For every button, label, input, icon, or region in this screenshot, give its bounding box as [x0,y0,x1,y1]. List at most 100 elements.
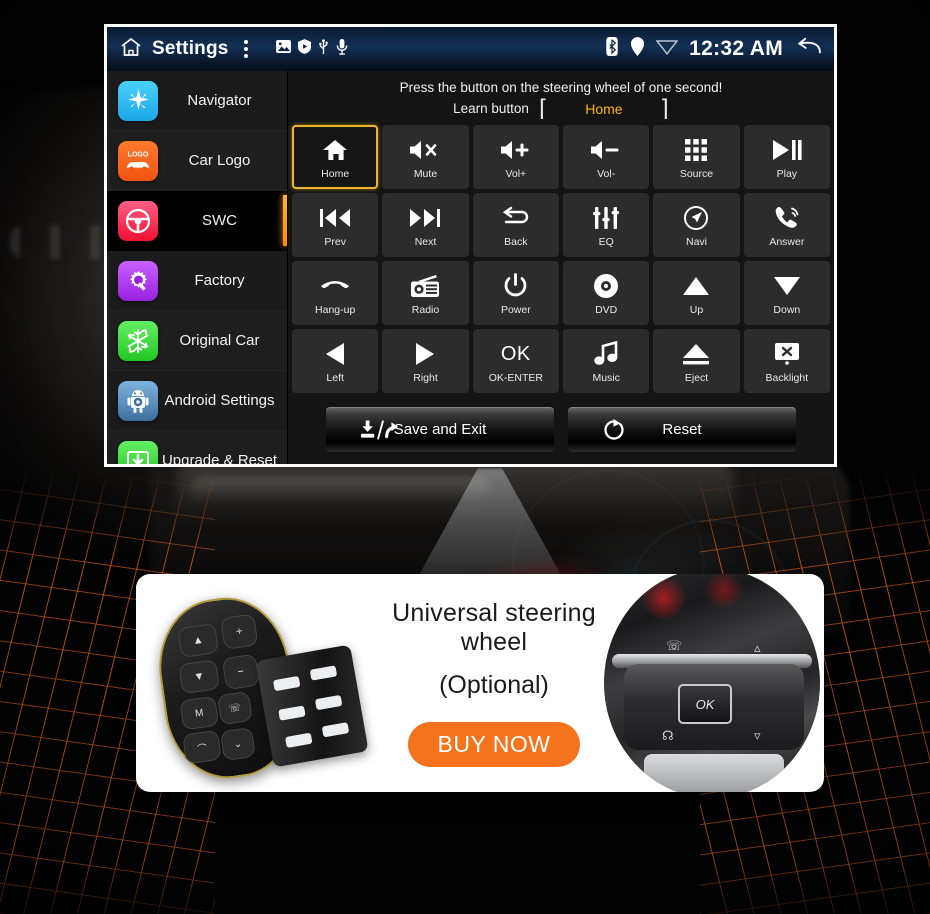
swc-button-music[interactable]: Music [563,329,650,393]
ok-glyph: OK [500,342,531,365]
swc-button-volume-down[interactable]: Vol- [563,125,650,189]
wheel-up-arrow-icon: ▵ [754,640,761,655]
bracket-left-icon: ⌈ [538,96,548,121]
fob-key-answer: ⌒ [182,729,222,765]
volume-down-icon [589,135,623,165]
swc-button-radio[interactable]: Radio [382,261,469,325]
swc-button-right[interactable]: Right [382,329,469,393]
swc-button-up[interactable]: Up [653,261,740,325]
advertisement-banner[interactable]: ▲ + ▼ − M ☏ ⌒ ⌄ Universal steering wheel… [136,574,824,792]
swc-button-down[interactable]: Down [743,261,830,325]
sidebar-item-navigator[interactable]: Navigator [107,71,287,131]
sidebar-item-label: Original Car [179,332,260,349]
swc-button-volume-up[interactable]: Vol+ [472,125,559,189]
fob-key-plus: + [220,613,259,650]
swc-button-source[interactable]: Source [653,125,740,189]
fob-key-phone: ☏ [216,691,253,726]
save-export-icon [360,419,400,441]
sidebar-item-android-settings[interactable]: Android Settings [107,371,287,431]
action-label: Save and Exit [393,421,487,438]
swc-button-dvd[interactable]: DVD [563,261,650,325]
power-icon [503,271,528,301]
learn-button-label: Learn button [453,101,529,116]
swc-button-answer[interactable]: Answer [743,193,830,257]
swc-button-left[interactable]: Left [292,329,379,393]
fob-key-minus: − [221,653,260,691]
swc-button-label: Back [504,235,528,248]
swc-button-label: Radio [411,303,440,316]
microphone-icon [336,38,348,60]
unit-body: Navigator LOGO Car Logo SWC Factory Orig… [107,71,834,464]
navigation-arrow-icon [683,203,709,233]
swc-button-back[interactable]: Back [472,193,559,257]
swc-button-label: OK-ENTER [488,371,543,384]
action-label: Reset [662,421,702,438]
swc-button-ok-enter[interactable]: OK OK-ENTER [472,329,559,393]
swc-button-label: DVD [595,303,618,316]
sidebar-item-car-logo[interactable]: LOGO Car Logo [107,131,287,191]
car-logo-icon: LOGO [118,140,158,181]
swc-button-label: Navi [685,235,707,248]
wheel-phone-icon: ☏ [666,638,683,653]
learn-button-row: Learn button ⌈ Home ⌉ [288,97,834,125]
back-arrow-icon[interactable] [794,36,822,63]
ad-subheadline: (Optional) [439,671,549,699]
swc-button-label: Music [592,371,620,384]
swc-button-label: Power [500,303,531,316]
kebab-menu-icon[interactable] [238,38,254,60]
backlight-screen-icon [773,339,801,369]
play-pause-icon [771,135,803,165]
fob-mount-clip [255,644,369,768]
swc-button-home[interactable]: Home [292,125,379,189]
swc-button-hangup[interactable]: Hang-up [292,261,379,325]
radio-icon [410,271,440,301]
clock: 12:32 AM [689,37,783,60]
swc-button-label: Vol- [597,167,616,180]
status-bar-title: Settings [152,38,229,59]
sidebar-item-factory[interactable]: Factory [107,251,287,311]
swc-button-navi[interactable]: Navi [653,193,740,257]
swc-button-label: EQ [598,235,614,248]
home-icon[interactable] [119,35,143,64]
wheel-down-arrow-icon: ▿ [754,728,761,743]
sidebar-item-swc[interactable]: SWC [107,191,287,251]
sidebar-item-label: Navigator [187,92,252,109]
phone-answer-icon [773,203,801,233]
ad-headline: Universal steering wheel [392,599,596,656]
reset-button[interactable]: Reset [568,407,796,452]
swc-button-play[interactable]: Play [743,125,830,189]
swc-button-label: Right [413,371,438,384]
instruction-text: Press the button on the steering wheel o… [399,80,723,95]
swc-button-label: Next [414,235,437,248]
bracket-right-icon: ⌉ [659,96,669,121]
equalizer-icon [593,203,620,233]
compass-icon [118,80,158,121]
swc-button-label: Home [321,167,350,180]
music-note-icon [593,339,619,369]
wheel-voice-icon: ☊ [662,728,674,743]
save-and-exit-button[interactable]: Save and Exit [326,407,554,452]
sidebar-item-original-car[interactable]: Original Car [107,311,287,371]
wheel-ok-button: OK [678,684,732,724]
swc-button-mute[interactable]: Mute [382,125,469,189]
download-box-icon [118,440,158,464]
swc-button-power[interactable]: Power [472,261,559,325]
swc-button-label: Down [773,303,801,316]
swc-button-label: Mute [413,167,438,180]
wheel-lower-trim [644,754,784,792]
fob-key-mode: M [179,695,220,731]
car-steering-wheel-buttons-photo: OK ☏ ▵ ☊ ▿ [604,574,824,792]
sidebar-item-label: SWC [202,212,237,229]
swc-button-label: Play [776,167,798,180]
swc-button-next[interactable]: Next [382,193,469,257]
swc-button-eq[interactable]: EQ [563,193,650,257]
buy-now-button[interactable]: BUY NOW [407,722,581,767]
swc-button-eject[interactable]: Eject [653,329,740,393]
sidebar-item-label: Factory [194,272,245,289]
gps-pin-icon [630,37,645,61]
sidebar-item-upgrade-reset[interactable]: Upgrade & Reset [107,431,287,464]
swc-button-backlight[interactable]: Backlight [743,329,830,393]
swc-button-prev[interactable]: Prev [292,193,379,257]
triangle-left-icon [323,339,347,369]
swc-learning-panel: Press the button on the steering wheel o… [288,71,834,464]
